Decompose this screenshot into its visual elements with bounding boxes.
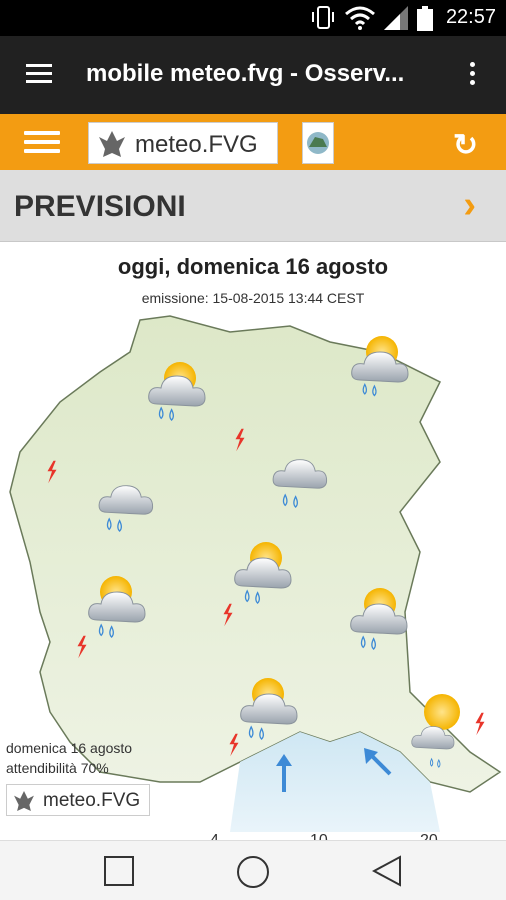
- refresh-icon[interactable]: ↻: [453, 128, 478, 163]
- mini-logo: meteo.FVG: [6, 784, 150, 816]
- recents-icon[interactable]: [104, 855, 134, 887]
- logo-text: meteo.FVG: [135, 131, 258, 158]
- wifi-icon: [345, 6, 375, 30]
- scale-label: 4: [210, 832, 219, 840]
- eagle-logo-icon: [14, 791, 34, 811]
- section-title: PREVISIONI: [14, 190, 186, 223]
- caption-reliability: attendibilità 70%: [6, 760, 109, 776]
- toolbar-menu-icon[interactable]: [24, 131, 60, 155]
- radar-logo-icon[interactable]: [302, 122, 334, 164]
- meteo-logo[interactable]: meteo.FVG: [88, 122, 278, 164]
- app-title: mobile meteo.fvg - Osserv...: [86, 60, 405, 87]
- toolbar: meteo.FVG ↻: [0, 114, 506, 170]
- hamburger-icon[interactable]: [26, 64, 52, 84]
- mini-logo-text: meteo.FVG: [43, 790, 141, 811]
- navigation-bar: [0, 840, 506, 900]
- battery-icon: [417, 6, 433, 31]
- status-bar: 22:57: [0, 0, 506, 36]
- caption-date: domenica 16 agosto: [6, 740, 133, 756]
- section-header[interactable]: PREVISIONI ›: [0, 170, 506, 242]
- forecast-panel: oggi, domenica 16 agosto emissione: 15-0…: [0, 242, 506, 840]
- phone-vibrate-icon: [312, 6, 334, 29]
- back-icon[interactable]: [372, 855, 402, 887]
- emission-time: emissione: 15-08-2015 13:44 CEST: [141, 290, 365, 306]
- forecast-caption: domenica 16 agosto attendibilità 70%: [6, 738, 132, 778]
- chevron-right-icon[interactable]: ›: [463, 184, 476, 227]
- forecast-date: oggi, domenica 16 agosto: [117, 254, 389, 279]
- app-bar: mobile meteo.fvg - Osserv...: [0, 36, 506, 114]
- more-vert-icon[interactable]: [470, 62, 476, 89]
- clock: 22:57: [445, 6, 496, 28]
- eagle-logo-icon: [99, 131, 125, 157]
- signal-icon: [384, 6, 408, 30]
- scale-label: 10: [310, 832, 328, 840]
- home-icon[interactable]: [236, 855, 270, 889]
- scale-label: 20: [420, 832, 438, 840]
